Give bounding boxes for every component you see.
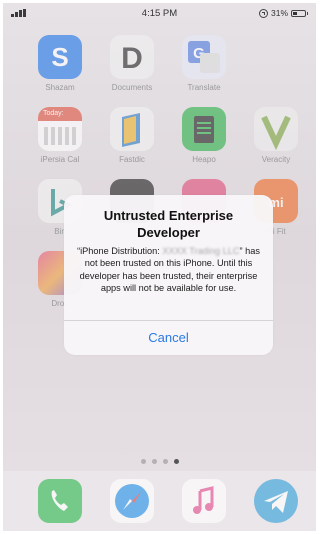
app-safari[interactable] xyxy=(102,479,162,523)
home-screen: 4:15 PM 31% S Shazam D Documents G Trans… xyxy=(3,3,316,531)
app-label: Veracity xyxy=(261,155,291,164)
app-ipersia-cal[interactable]: Today: iPersia Cal xyxy=(30,107,90,164)
page-dot-active xyxy=(173,459,179,464)
calendar-icon: Today: xyxy=(38,107,82,151)
app-label: Documents xyxy=(111,83,153,92)
untrusted-developer-alert: Untrusted Enterprise Developer “iPhone D… xyxy=(64,195,273,355)
app-translate[interactable]: G Translate xyxy=(174,35,234,92)
telegram-icon xyxy=(254,479,298,523)
veracity-icon xyxy=(254,107,298,151)
app-fastdic[interactable]: Fastdic xyxy=(102,107,162,164)
phone-icon xyxy=(38,479,82,523)
translate-icon: G xyxy=(182,35,226,79)
app-label: Shazam xyxy=(45,83,75,92)
battery-percent: 31% xyxy=(270,8,288,18)
shazam-icon: S xyxy=(38,35,82,79)
documents-icon: D xyxy=(110,35,154,79)
page-dot xyxy=(162,459,168,464)
svg-text:S: S xyxy=(51,42,68,72)
app-veracity[interactable]: Veracity xyxy=(246,107,306,164)
app-music[interactable] xyxy=(174,479,234,523)
page-indicator[interactable] xyxy=(3,459,316,464)
battery-icon xyxy=(291,9,308,17)
alert-title: Untrusted Enterprise Developer xyxy=(103,208,234,240)
alert-message-prefix: “iPhone Distribution: xyxy=(77,246,163,256)
svg-text:D: D xyxy=(121,42,143,75)
redacted-developer-name: XXXX Trading LLC xyxy=(162,246,240,256)
alert-message: “iPhone Distribution: XXXX Trading LLC” … xyxy=(64,241,273,294)
app-shazam[interactable]: S Shazam xyxy=(30,35,90,92)
alert-message-suffix: ” xyxy=(239,246,243,256)
music-icon xyxy=(182,479,226,523)
rotation-lock-icon xyxy=(258,8,268,18)
app-heapo[interactable]: Heapo xyxy=(174,107,234,164)
page-dot xyxy=(140,459,146,464)
clipboard-icon xyxy=(182,107,226,151)
app-documents[interactable]: D Documents xyxy=(102,35,162,92)
status-bar: 4:15 PM 31% xyxy=(3,3,316,23)
page-dot xyxy=(151,459,157,464)
fastdic-icon xyxy=(110,107,154,151)
cancel-button[interactable]: Cancel xyxy=(64,321,273,355)
app-label: Heapo xyxy=(192,155,216,164)
app-label: iPersia Cal xyxy=(40,155,80,164)
app-telegram[interactable] xyxy=(246,479,306,523)
app-label: Translate xyxy=(187,83,221,92)
safari-icon xyxy=(110,479,154,523)
dock xyxy=(3,471,316,531)
app-label: Fastdic xyxy=(119,155,145,164)
app-phone[interactable] xyxy=(30,479,90,523)
